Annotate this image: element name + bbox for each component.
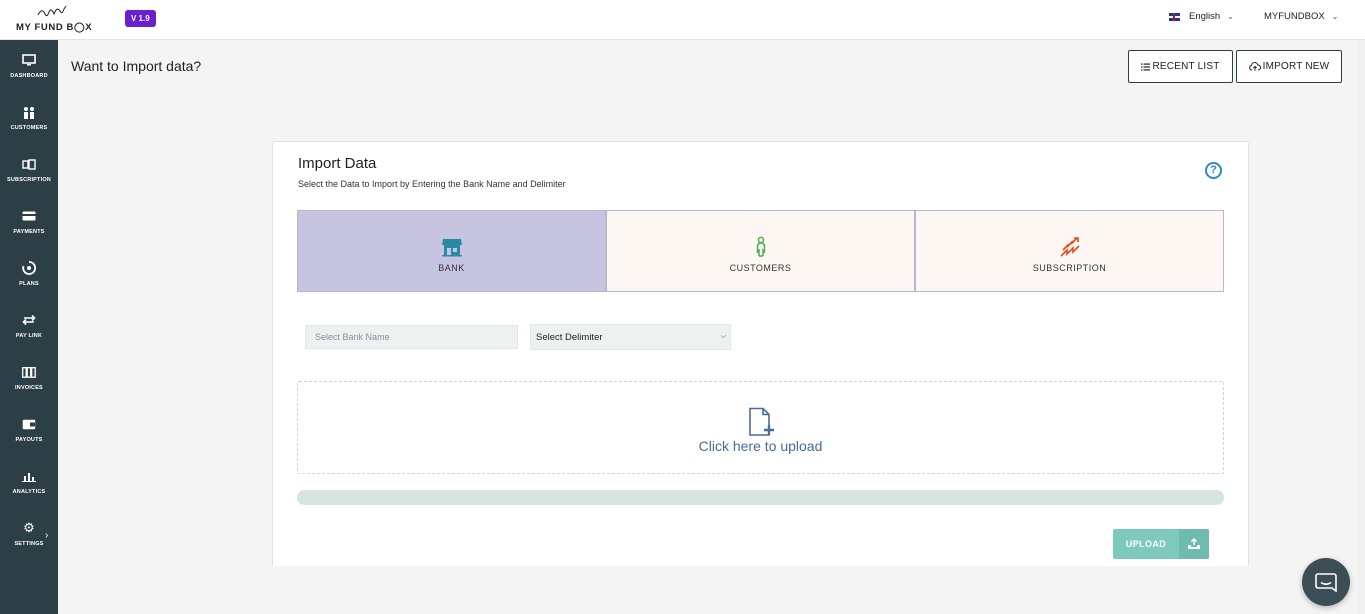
credit-card-icon <box>21 209 37 223</box>
customer-icon <box>756 236 765 257</box>
chevron-down-icon: ⌄ <box>1331 12 1339 21</box>
card-subtitle: Select the Data to Import by Entering th… <box>298 179 566 189</box>
account-label: MYFUNDBOX <box>1264 11 1325 22</box>
stairs-icon <box>1059 237 1080 257</box>
sidebar-item-payouts[interactable]: PAYOUTS <box>0 404 58 456</box>
subscription-icon <box>21 157 37 171</box>
sidebar-item-customers[interactable]: CUSTOMERS <box>0 92 58 144</box>
exchange-icon <box>21 313 37 327</box>
file-add-icon <box>748 407 774 436</box>
version-badge: V 1.9 <box>125 10 156 27</box>
sidebar-item-label: PAY LINK <box>15 333 43 339</box>
upload-progress-bar <box>297 490 1224 505</box>
sidebar-item-invoices[interactable]: INVOICES <box>0 352 58 404</box>
page-scrollbar[interactable] <box>1358 40 1365 614</box>
plans-icon <box>21 261 37 275</box>
sidebar-item-subscription[interactable]: SUBSCRIPTION <box>0 144 58 196</box>
import-type-customers[interactable]: CUSTOMERS <box>606 210 915 292</box>
sidebar-item-label: INVOICES <box>15 385 43 391</box>
sidebar-item-label: DASHBOARD <box>10 73 48 79</box>
bank-name-input[interactable] <box>305 325 518 349</box>
sidebar: DASHBOARD CUSTOMERS SUBSCRIPTION PAYMENT… <box>0 40 58 614</box>
cloud-upload-icon <box>1248 62 1261 71</box>
monitor-icon <box>21 53 37 67</box>
account-menu[interactable]: MYFUNDBOX ⌄ <box>1264 11 1338 22</box>
gear-icon: ⚙ <box>23 520 35 535</box>
delimiter-select-value: Select Delimiter <box>536 331 603 343</box>
sidebar-item-label: PLANS <box>19 281 39 287</box>
wallet-icon <box>21 417 37 431</box>
card-title: Import Data <box>298 155 377 172</box>
logo-text: MY FUND B◯X <box>16 22 93 33</box>
uk-flag-icon <box>1169 12 1180 21</box>
import-type-label: CUSTOMERS <box>729 263 792 273</box>
chevron-down-icon: ⌄ <box>1227 12 1234 21</box>
import-type-bank[interactable]: BANK <box>297 210 606 292</box>
upload-button[interactable]: UPLOAD <box>1113 529 1209 559</box>
file-upload-dropzone[interactable]: Click here to upload <box>297 381 1224 474</box>
upload-tray-icon <box>1179 529 1209 559</box>
sidebar-item-label: SUBSCRIPTION <box>7 177 51 183</box>
chevron-down-icon: ⌵ <box>720 333 726 340</box>
list-icon <box>1141 63 1151 70</box>
bar-chart-icon <box>21 469 37 483</box>
help-icon[interactable]: ? <box>1205 162 1222 179</box>
sidebar-item-analytics[interactable]: ANALYTICS <box>0 456 58 508</box>
dropzone-label: Click here to upload <box>698 438 823 454</box>
delimiter-select[interactable]: Select Delimiter ⌵ <box>530 324 731 350</box>
chat-icon <box>1315 573 1337 592</box>
import-type-subscription[interactable]: SUBSCRIPTION <box>915 210 1224 292</box>
sidebar-item-dashboard[interactable]: DASHBOARD <box>0 40 58 92</box>
recent-list-label: RECENT LIST <box>1152 61 1220 72</box>
logo-signature-icon <box>37 5 67 17</box>
sidebar-item-label: PAYOUTS <box>15 437 43 443</box>
invoices-icon <box>21 365 37 379</box>
import-new-button[interactable]: IMPORT NEW <box>1236 50 1342 83</box>
recent-list-button[interactable]: RECENT LIST <box>1128 50 1233 83</box>
sidebar-item-plans[interactable]: PLANS <box>0 248 58 300</box>
import-type-label: BANK <box>438 263 465 273</box>
bank-icon <box>441 239 462 257</box>
sidebar-item-payments[interactable]: PAYMENTS <box>0 196 58 248</box>
import-type-label: SUBSCRIPTION <box>1032 263 1107 273</box>
sidebar-item-pay-link[interactable]: PAY LINK <box>0 300 58 352</box>
chat-launcher-button[interactable] <box>1302 558 1350 606</box>
sidebar-item-label: PAYMENTS <box>13 229 45 235</box>
sidebar-item-label: ANALYTICS <box>12 489 46 495</box>
top-bar: MY FUND B◯X V 1.9 English ⌄ MYFUNDBOX ⌄ <box>0 0 1365 40</box>
sidebar-item-settings[interactable]: ⚙ SETTINGS <box>0 508 58 560</box>
users-icon <box>21 105 37 119</box>
import-data-card: Import Data Select the Data to Import by… <box>272 141 1249 566</box>
upload-button-label: UPLOAD <box>1125 539 1167 549</box>
brand-logo[interactable]: MY FUND B◯X <box>16 3 96 33</box>
import-new-label: IMPORT NEW <box>1262 61 1330 72</box>
sidebar-item-label: SETTINGS <box>14 541 44 547</box>
chevron-right-icon[interactable]: › <box>45 530 48 541</box>
sidebar-item-label: CUSTOMERS <box>10 125 48 131</box>
language-label: English <box>1189 11 1221 22</box>
page-title: Want to Import data? <box>71 58 202 74</box>
language-selector[interactable]: English ⌄ <box>1169 11 1234 22</box>
